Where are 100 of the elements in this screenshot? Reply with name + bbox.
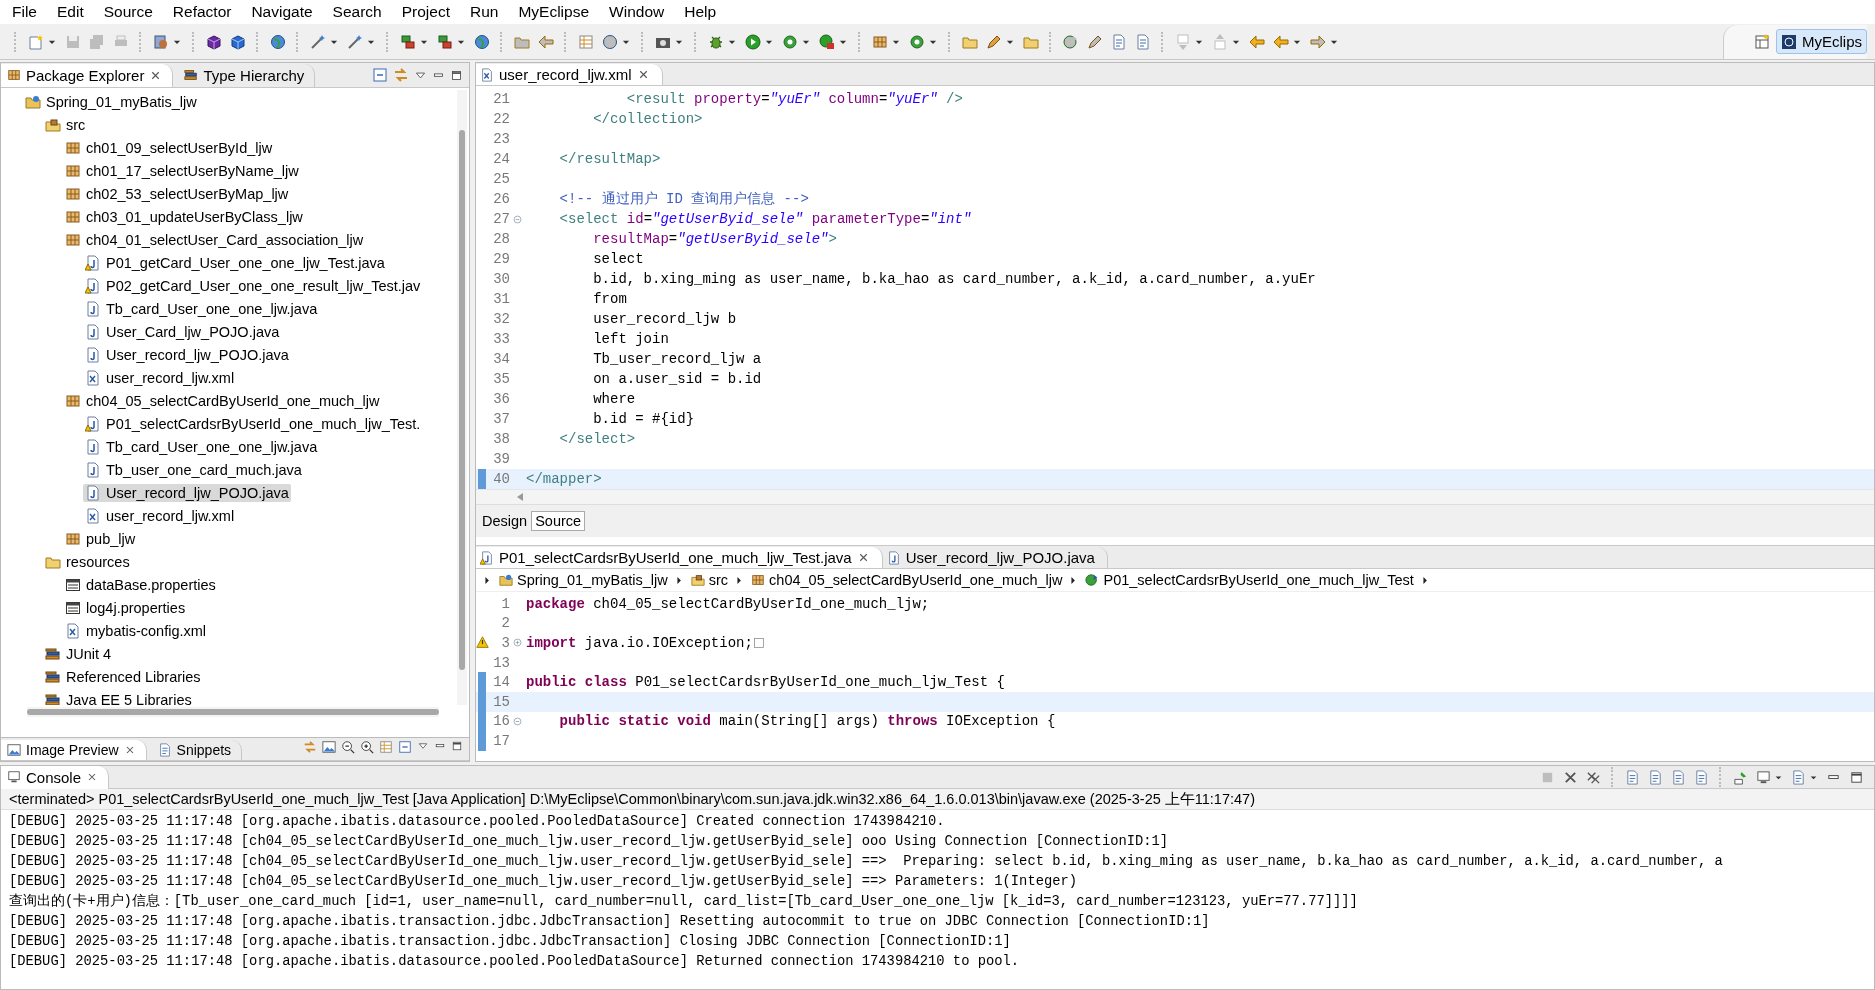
view-tab[interactable]: Image Preview	[1, 740, 147, 760]
cube-icon	[206, 33, 222, 50]
scrollbar-thumb[interactable]	[459, 130, 465, 670]
tree-item[interactable]: Java EE 5 Libraries	[43, 690, 194, 705]
project-icon	[25, 93, 41, 110]
menu-item[interactable]: MyEclipse	[508, 1, 600, 23]
back-arrow-icon	[1273, 33, 1289, 50]
breadcrumb-item[interactable]: Spring_01_myBatis_ljw	[499, 572, 668, 588]
back-arrow-icon	[538, 33, 554, 50]
code-line: <!-- 通过用户 ID 查询用户信息 -->	[558, 190, 809, 208]
view-tab[interactable]: Console	[1, 765, 110, 789]
tree-item[interactable]: ch03_01_updateUserByClass_ljw	[63, 207, 305, 226]
perspective-icon	[1781, 33, 1797, 50]
breadcrumb-item[interactable]: src	[690, 572, 729, 588]
menu-item[interactable]: Edit	[47, 1, 94, 23]
editor-tab[interactable]: user_record_ljw.xml	[476, 64, 663, 85]
package-icon	[65, 139, 81, 156]
tree-item[interactable]: user_record_ljw.xml	[83, 506, 237, 525]
tree-item[interactable]: log4j.properties	[63, 598, 188, 617]
line-number: 24	[492, 151, 510, 167]
tree-item[interactable]: User_record_ljw_POJO.java	[83, 345, 291, 364]
forward-arrow-icon	[1310, 33, 1326, 50]
line-number: 32	[492, 311, 510, 327]
java-file-warning-icon	[85, 254, 101, 271]
image-icon	[7, 743, 21, 757]
view-tab[interactable]: Type Hierarchy	[178, 63, 316, 87]
tree-item[interactable]: P01_getCard_User_one_one_ljw_Test.java	[83, 253, 387, 272]
view-tab[interactable]: Design	[478, 511, 532, 531]
menu-item[interactable]: Navigate	[241, 1, 323, 23]
view-tab[interactable]: Snippets	[151, 740, 243, 760]
document-icon	[1111, 33, 1127, 50]
tree-item[interactable]: JUnit 4	[43, 644, 114, 663]
tree-item[interactable]: ch01_17_selectUserByName_ljw	[63, 161, 301, 180]
code-line: b.id = #{id}	[592, 411, 695, 427]
tree-item[interactable]: Referenced Libraries	[43, 667, 203, 686]
tree-item[interactable]: ch02_53_selectUserByMap_ljw	[63, 184, 291, 203]
breadcrumb-item[interactable]: P01_selectCardsrByUserId_one_much_ljw_Test	[1085, 572, 1414, 588]
tree-item[interactable]: user_record_ljw.xml	[83, 368, 237, 387]
monitor-icon	[7, 770, 21, 784]
editor-tab[interactable]: P01_selectCardsrByUserId_one_much_ljw_Test.java	[476, 547, 883, 568]
down-arrow-icon	[1175, 33, 1191, 50]
xml-file-icon	[85, 369, 101, 386]
tree-item[interactable]: resources	[43, 552, 132, 571]
code-line: </mapper>	[525, 471, 602, 487]
tree-item[interactable]: Tb_card_User_one_one_ljw.java	[83, 437, 320, 456]
perspective-button[interactable]: MyEclips	[1776, 29, 1867, 54]
tree-item[interactable]: mybatis-config.xml	[63, 621, 209, 640]
menu-item[interactable]: Help	[674, 1, 727, 23]
document-icon	[1625, 769, 1640, 785]
line-number: 25	[492, 171, 510, 187]
scrollbar[interactable]	[457, 90, 467, 705]
menu-item[interactable]: Source	[93, 1, 163, 23]
menu-item[interactable]: Window	[599, 1, 675, 23]
menu-item[interactable]: Run	[460, 1, 509, 23]
menu-item[interactable]: File	[2, 1, 47, 23]
table-icon	[379, 740, 393, 754]
remove-icon	[1563, 769, 1578, 785]
package-icon	[65, 231, 81, 248]
line-number: 33	[492, 331, 510, 347]
line-number: 36	[492, 391, 510, 407]
code-line: public static void main(String[] args) throws IOException {	[558, 713, 1056, 730]
properties-file-icon	[65, 576, 81, 593]
tree-item[interactable]: P02_getCard_User_one_one_result_ljw_Test.jav	[83, 276, 423, 295]
view-tab[interactable]: Source	[531, 511, 586, 531]
scroll-left-icon[interactable]	[516, 493, 524, 501]
tree-item[interactable]: P01_selectCardsrByUserId_one_much_ljw_Test.	[83, 414, 423, 433]
scrollbar[interactable]	[476, 489, 1874, 504]
tree-item[interactable]: User_record_ljw_POJO.java	[83, 483, 291, 502]
code-line: <select id="getUserByid_sele" parameterType="int"	[558, 211, 972, 227]
package-icon	[65, 392, 81, 409]
line-number: 3	[500, 635, 510, 651]
save-all-icon	[89, 33, 105, 50]
tree-item[interactable]: ch01_09_selectUserById_ljw	[63, 138, 275, 157]
menu-item[interactable]: Project	[391, 1, 460, 23]
code-line: <result property="yuEr" column="yuEr" />	[625, 91, 963, 107]
tree-item[interactable]: Tb_user_one_card_much.java	[83, 460, 304, 479]
tree-item[interactable]: Tb_card_User_one_one_ljw.java	[83, 299, 320, 318]
tree-item[interactable]: src	[43, 115, 88, 134]
menu-item[interactable]: Refactor	[162, 1, 242, 23]
code-line: b.id, b.xing_ming as user_name, b.ka_hao as card_number, a.k_id, a.card_number, a.yuEr	[592, 271, 1316, 287]
java-file-icon	[886, 550, 901, 565]
breadcrumb-item[interactable]: ch04_05_selectCardByUserId_one_much_ljw	[751, 572, 1063, 588]
tree-item[interactable]: dataBase.properties	[63, 575, 218, 594]
tree-item[interactable]: ch04_01_selectUser_Card_association_ljw	[63, 230, 366, 249]
run-icon	[745, 33, 761, 50]
editor-tab[interactable]: User_record_ljw_POJO.java	[882, 547, 1108, 568]
tree-item[interactable]: ch04_05_selectCardByUserId_one_much_ljw	[63, 391, 382, 410]
table-icon	[578, 33, 594, 50]
cube-icon	[230, 33, 246, 50]
menu-item[interactable]: Search	[322, 1, 392, 23]
view-tab[interactable]: Package Explorer	[1, 63, 174, 87]
collapse-all-icon	[372, 67, 388, 83]
document-icon	[1694, 769, 1709, 785]
line-number: 28	[492, 231, 510, 247]
tree-item[interactable]: pub_ljw	[63, 529, 138, 548]
java-file-warning-icon	[85, 277, 101, 294]
tree-item[interactable]: Spring_01_myBatis_ljw	[23, 92, 199, 111]
maximize-icon	[450, 68, 463, 82]
process-label: <terminated> P01_selectCardsrByUserId_one_much_ljw_Test [Java Application] D:\MyEclipse\Common\binary\com.sun.java.jdk.win32.x86_64_1.6.0.013\bin\javaw.exe (2025-3-25 上午11:17:47)	[1, 789, 1874, 810]
tree-item[interactable]: User_Card_ljw_POJO.java	[83, 322, 282, 341]
